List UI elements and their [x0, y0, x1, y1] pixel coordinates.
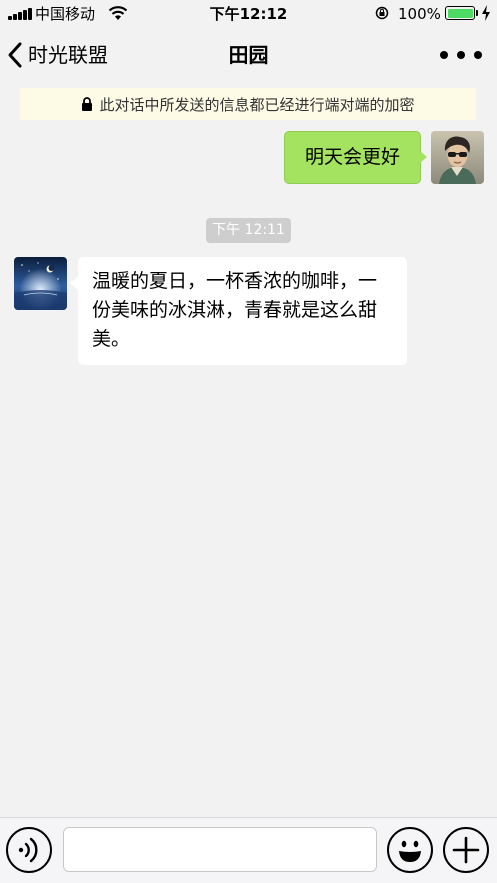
battery-icon [445, 6, 475, 20]
encryption-notice: 此对话中所发送的信息都已经进行端对端的加密 [20, 88, 476, 120]
chat-title: 田园 [228, 43, 269, 67]
voice-button[interactable] [6, 827, 52, 873]
nav-bar: 时光联盟 田园 [0, 28, 497, 82]
emoji-button[interactable] [387, 827, 433, 873]
plus-button[interactable] [443, 827, 489, 873]
incoming-bubble-tail [70, 276, 78, 290]
battery-percent: 100% [398, 5, 441, 23]
status-bar: 中国移动 下午12:12 100% [0, 0, 497, 28]
man-with-sunglasses-avatar-image [431, 131, 484, 184]
my-avatar[interactable] [431, 131, 484, 184]
night-sea-avatar-image [14, 257, 67, 310]
emoji-icon [399, 840, 421, 862]
message-input[interactable] [63, 827, 377, 872]
contact-avatar[interactable] [14, 257, 67, 310]
battery-tip [476, 10, 478, 16]
charging-icon [482, 5, 490, 21]
voice-icon [18, 837, 38, 863]
plus-icon [452, 836, 480, 864]
rotation-lock-icon [375, 6, 389, 20]
incoming-message-text: 温暖的夏日，一杯香浓的咖啡，一份美味的冰淇淋，青春就是这么甜美。 [92, 270, 378, 350]
battery-fill [447, 8, 473, 18]
outgoing-message-text: 明天会更好 [304, 146, 400, 168]
outgoing-message-bubble[interactable]: 明天会更好 [284, 131, 421, 184]
message-timestamp: 下午 12:11 [206, 218, 291, 243]
encryption-notice-text: 此对话中所发送的信息都已经进行端对端的加密 [99, 95, 415, 114]
more-icon[interactable] [440, 46, 482, 64]
incoming-message-bubble[interactable]: 温暖的夏日，一杯香浓的咖啡，一份美味的冰淇淋，青春就是这么甜美。 [78, 257, 407, 365]
lock-icon [82, 97, 93, 111]
input-bar [0, 817, 497, 883]
outgoing-bubble-tail [419, 150, 427, 164]
